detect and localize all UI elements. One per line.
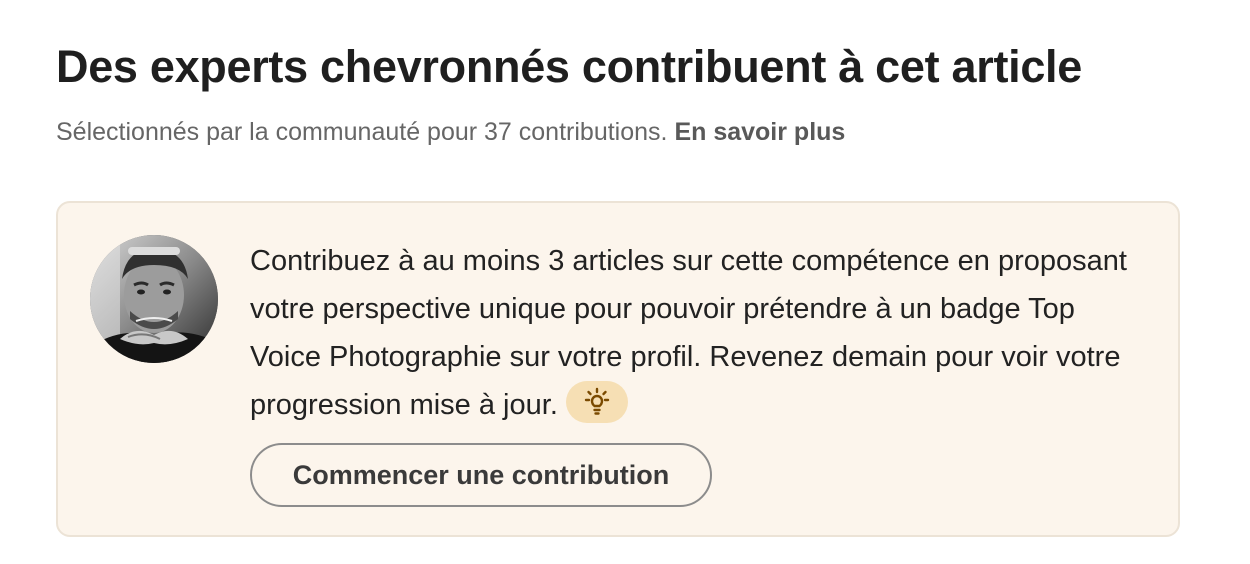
- expert-contribution-section: Des experts chevronnés contribuent à cet…: [0, 0, 1250, 564]
- page-title: Des experts chevronnés contribuent à cet…: [56, 41, 1082, 92]
- start-contribution-button[interactable]: Commencer une contribution: [250, 443, 712, 507]
- lightbulb-badge: [565, 381, 628, 424]
- lightbulb-icon: [584, 388, 610, 416]
- section-subtitle: Sélectionnés par la communauté pour 37 c…: [56, 114, 845, 150]
- avatar: [90, 235, 218, 363]
- learn-more-link[interactable]: En savoir plus: [674, 118, 845, 146]
- subtitle-text: Sélectionnés par la communauté pour 37 c…: [56, 118, 668, 146]
- user-avatar-icon: [90, 235, 218, 363]
- contribution-card: Contribuez à au moins 3 articles sur cet…: [56, 201, 1180, 537]
- message-text: Contribuez à au moins 3 articles sur cet…: [250, 245, 1127, 421]
- contribution-message: Contribuez à au moins 3 articles sur cet…: [250, 237, 1150, 429]
